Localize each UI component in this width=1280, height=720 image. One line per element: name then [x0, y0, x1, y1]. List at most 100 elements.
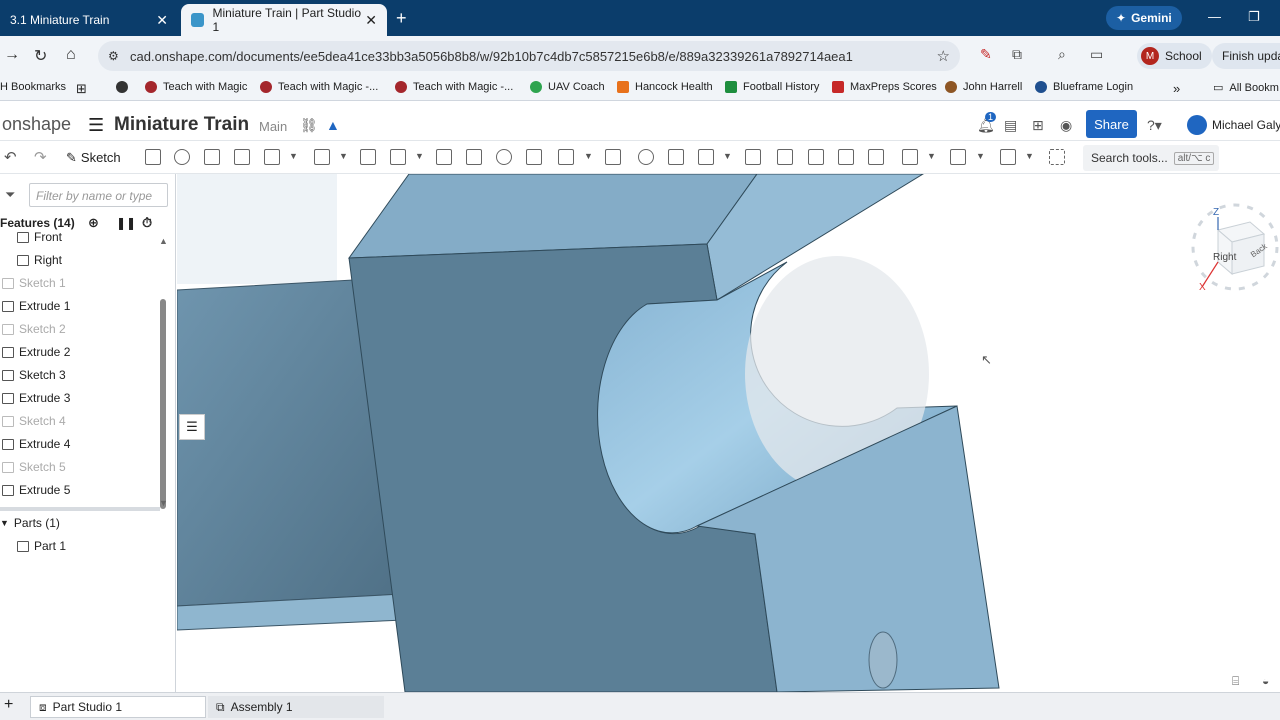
list-toggle-icon[interactable]: ☰ — [179, 414, 205, 440]
learning-center-icon[interactable]: ◉ — [1060, 117, 1072, 134]
sketch-button[interactable]: ✎ Sketch — [66, 150, 121, 166]
feature-item[interactable]: Extrude 5 — [2, 479, 70, 501]
mate-connector-icon[interactable] — [950, 149, 966, 165]
feature-item[interactable]: Sketch 1 — [2, 272, 66, 294]
document-title[interactable]: Miniature Train — [114, 114, 249, 136]
feature-item[interactable]: Extrude 2 — [2, 341, 70, 363]
forward-icon[interactable]: → — [4, 46, 20, 64]
part-item[interactable]: Part 1 — [17, 535, 66, 557]
apps-grid-icon[interactable]: ⊞ — [76, 81, 87, 97]
more-bookmarks-icon[interactable]: » — [1173, 81, 1180, 96]
chevron-down-icon[interactable]: ▼ — [339, 151, 348, 161]
gemini-button[interactable]: ✦ Gemini — [1106, 6, 1182, 30]
bookmark-item[interactable]: Blueframe Login — [1035, 81, 1133, 93]
chevron-down-icon[interactable]: ▼ — [289, 151, 298, 161]
sweep-icon[interactable] — [204, 149, 220, 165]
add-tab-icon[interactable]: + — [4, 696, 13, 714]
help-icon[interactable]: ?▾ — [1147, 117, 1162, 134]
pen-extension-icon[interactable]: ✎ — [980, 46, 992, 63]
bookmark-item[interactable]: Football History — [725, 81, 819, 93]
chevron-down-icon[interactable]: ▼ — [723, 151, 732, 161]
close-icon[interactable]: ✕ — [156, 12, 168, 29]
add-folder-icon[interactable]: ⊕ — [88, 215, 99, 231]
transform-icon[interactable] — [698, 149, 714, 165]
loft-icon[interactable] — [234, 149, 250, 165]
revolve-icon[interactable] — [174, 149, 190, 165]
bookmark-item[interactable]: Teach with Magic -... — [395, 81, 513, 93]
redo-icon[interactable]: ↷ — [34, 148, 47, 166]
pause-icon[interactable]: ❚❚ — [116, 216, 136, 230]
bookmark-item[interactable]: UAV Coach — [530, 81, 605, 93]
feature-item[interactable]: Extrude 1 — [2, 295, 70, 317]
feature-item[interactable]: Front — [17, 226, 62, 248]
app-store-icon[interactable]: ⊞ — [1032, 117, 1044, 134]
chevron-down-icon[interactable]: ▼ — [415, 151, 424, 161]
bookmark-item[interactable] — [116, 81, 128, 93]
chevron-down-icon[interactable]: ▼ — [927, 151, 936, 161]
cast-icon[interactable]: ▭ — [1090, 46, 1103, 63]
chevron-down-icon[interactable]: ▼ — [584, 151, 593, 161]
document-list-icon[interactable]: ▤ — [1004, 117, 1017, 134]
modify-fillet-icon[interactable] — [777, 149, 793, 165]
close-icon[interactable]: ✕ — [365, 12, 377, 29]
profile-button[interactable]: M School — [1137, 43, 1212, 69]
search-tools-input[interactable]: Search tools... alt/⌥ c — [1083, 145, 1219, 171]
cylinder-icon[interactable] — [526, 149, 542, 165]
extensions-icon[interactable]: ⧉ — [1012, 46, 1022, 63]
replace-face-icon[interactable] — [868, 149, 884, 165]
link-icon[interactable]: ⛓ — [300, 117, 318, 134]
delete-part-icon[interactable] — [745, 149, 761, 165]
mirror-icon[interactable] — [605, 149, 621, 165]
view-cube[interactable]: Z X Right Back — [1190, 192, 1280, 295]
browser-tab-1[interactable]: 3.1 Miniature Train ✕ — [0, 4, 178, 36]
new-tab-icon[interactable]: + — [396, 8, 407, 29]
feature-item[interactable]: Sketch 2 — [2, 318, 66, 340]
extrude-icon[interactable] — [145, 149, 161, 165]
home-icon[interactable]: ⌂ — [66, 46, 76, 64]
feature-item[interactable]: Sketch 4 — [2, 410, 66, 432]
bookmark-item[interactable]: H Bookmarks — [0, 81, 66, 93]
draft-icon[interactable] — [390, 149, 406, 165]
render-mode-icon[interactable]: ◒ — [1262, 674, 1269, 688]
lens-icon[interactable]: ⌕ — [1058, 46, 1066, 63]
bookmark-item[interactable]: Hancock Health — [617, 81, 713, 93]
tab-part-studio[interactable]: ⧈ Part Studio 1 — [30, 696, 206, 718]
scroll-up-icon[interactable]: ▲ — [159, 236, 168, 246]
undo-icon[interactable]: ↶ — [4, 148, 17, 166]
move-face-icon[interactable] — [838, 149, 854, 165]
chevron-down-icon[interactable]: ▼ — [976, 151, 985, 161]
rib-icon[interactable] — [436, 149, 452, 165]
add-custom-feature-icon[interactable] — [1049, 149, 1065, 165]
onshape-logo[interactable]: onshape — [2, 114, 71, 135]
feature-item[interactable]: Sketch 3 — [2, 364, 66, 386]
feature-item[interactable]: Sketch 5 — [2, 456, 66, 478]
filter-input[interactable]: Filter by name or type — [29, 183, 168, 207]
url-field[interactable]: ⚙ cad.onshape.com/documents/ee5dea41ce33… — [98, 41, 960, 71]
pattern-icon[interactable] — [558, 149, 574, 165]
sheet-metal-icon[interactable] — [1000, 149, 1016, 165]
finish-update-button[interactable]: Finish updat — [1212, 43, 1280, 69]
menu-icon[interactable]: ☰ — [88, 115, 104, 136]
delete-face-icon[interactable] — [808, 149, 824, 165]
shell-icon[interactable] — [466, 149, 482, 165]
site-info-icon[interactable]: ⚙ — [108, 49, 119, 63]
fillet-icon[interactable] — [314, 149, 330, 165]
tab-assembly[interactable]: ⧉ Assembly 1 — [208, 696, 384, 718]
feature-item[interactable]: Right — [17, 249, 62, 271]
learning-cap-icon[interactable]: ▲ — [326, 117, 340, 133]
feature-item[interactable]: Extrude 4 — [2, 433, 70, 455]
bookmark-item[interactable]: MaxPreps Scores — [832, 81, 937, 93]
share-button[interactable]: Share — [1086, 110, 1137, 138]
graphics-viewport[interactable]: ☰ ↖ ⌸ ◒ — [177, 174, 1280, 692]
user-menu[interactable]: Michael Galy — [1187, 115, 1280, 135]
reload-icon[interactable]: ↻ — [34, 46, 47, 66]
minimize-icon[interactable]: — — [1208, 9, 1221, 24]
thicken-icon[interactable] — [264, 149, 280, 165]
filter-icon[interactable]: ⏷ — [5, 187, 15, 203]
browser-tab-2[interactable]: Miniature Train | Part Studio 1 ✕ — [181, 4, 387, 36]
feature-item[interactable]: Extrude 3 — [2, 387, 70, 409]
bookmark-item[interactable]: Teach with Magic — [145, 81, 247, 93]
parts-header[interactable]: ▼ Parts (1) — [0, 512, 60, 534]
split-icon[interactable] — [668, 149, 684, 165]
boolean-icon[interactable] — [638, 149, 654, 165]
